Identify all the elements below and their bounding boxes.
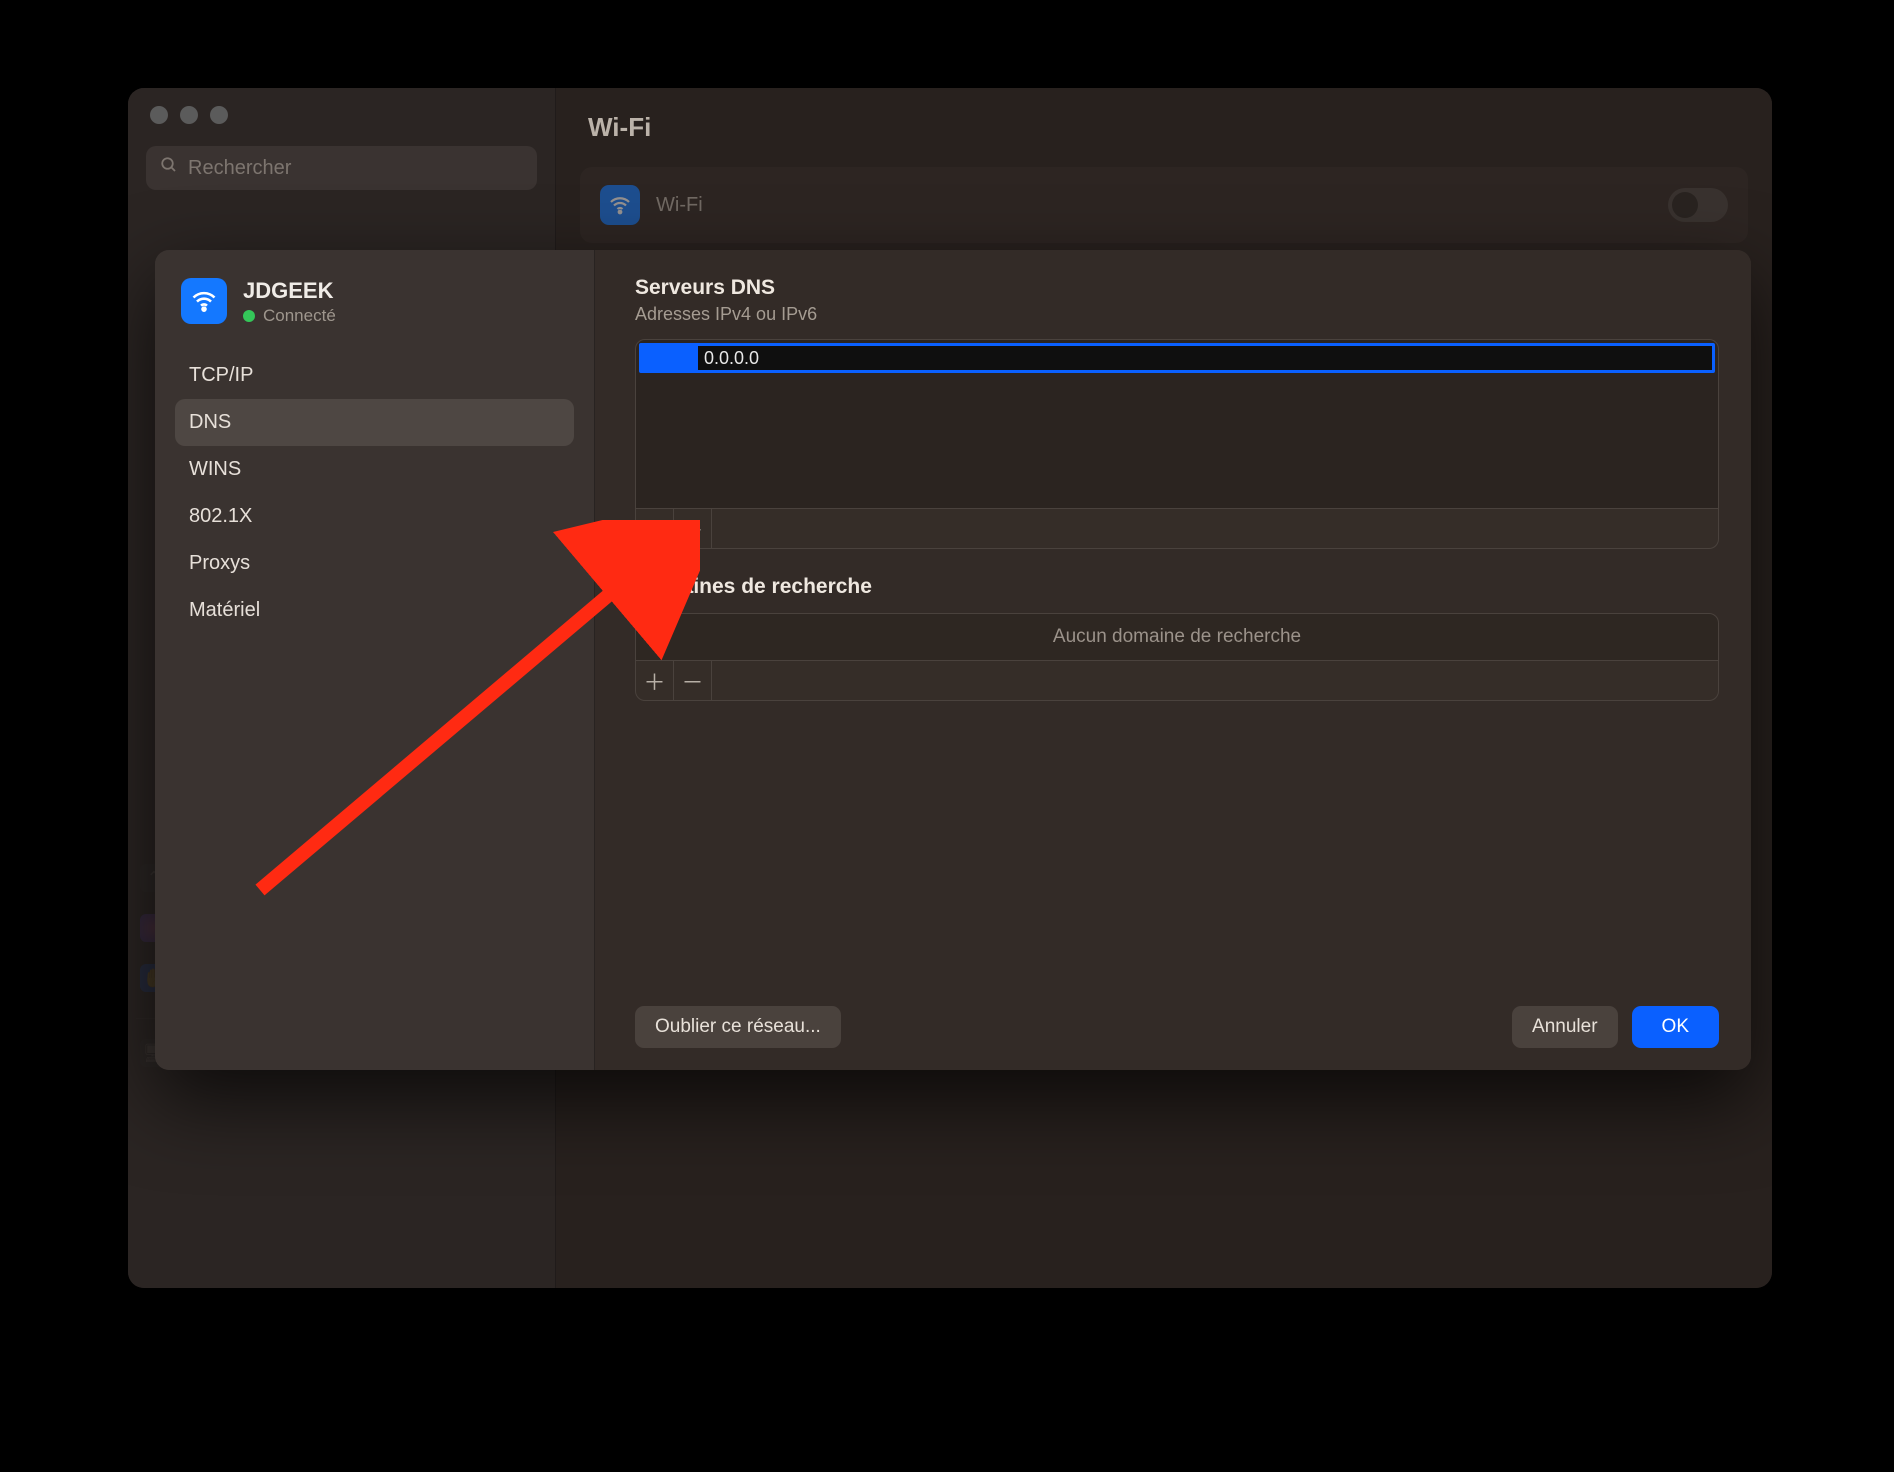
remove-search-domain-button[interactable]: －: [674, 661, 712, 700]
wifi-card-label: Wi-Fi: [656, 194, 1652, 217]
cancel-button[interactable]: Annuler: [1512, 1006, 1618, 1048]
network-header: JDGEEK Connecté: [171, 274, 578, 348]
close-window-button[interactable]: [150, 106, 168, 124]
modal-tabs: TCP/IP DNS WINS 802.1X Proxys Matériel: [171, 348, 578, 638]
wifi-icon: [181, 278, 227, 324]
search-domains-list: Aucun domaine de recherche: [635, 613, 1719, 661]
search-placeholder: Rechercher: [188, 157, 291, 180]
ok-button[interactable]: OK: [1632, 1006, 1719, 1048]
dns-servers-list: [635, 339, 1719, 509]
tab-proxys[interactable]: Proxys: [175, 540, 574, 587]
wifi-toggle[interactable]: [1668, 188, 1728, 222]
add-search-domain-button[interactable]: ＋: [636, 661, 674, 700]
search-domains-empty: Aucun domaine de recherche: [1053, 626, 1301, 648]
tab-802-1x[interactable]: 802.1X: [175, 493, 574, 540]
forget-network-button[interactable]: Oublier ce réseau...: [635, 1006, 841, 1048]
search-input[interactable]: Rechercher: [146, 146, 537, 190]
modal-sidebar: JDGEEK Connecté TCP/IP DNS WINS 802.1X P…: [155, 250, 595, 1070]
status-dot-icon: [243, 310, 255, 322]
dns-entry-row[interactable]: [639, 343, 1715, 373]
minimize-window-button[interactable]: [180, 106, 198, 124]
wifi-icon: [600, 185, 640, 225]
dns-servers-title: Serveurs DNS: [635, 276, 1719, 300]
dns-add-remove-bar: ＋ －: [635, 509, 1719, 549]
tab-wins[interactable]: WINS: [175, 446, 574, 493]
tab-material[interactable]: Matériel: [175, 587, 574, 634]
fullscreen-window-button[interactable]: [210, 106, 228, 124]
dns-address-input[interactable]: [698, 346, 1712, 370]
window-controls: [128, 106, 555, 124]
remove-dns-button[interactable]: －: [674, 509, 712, 548]
modal-content: Serveurs DNS Adresses IPv4 ou IPv6 ＋ － D…: [595, 250, 1751, 1070]
page-title: Wi-Fi: [580, 88, 1748, 167]
search-icon: [160, 156, 178, 180]
add-dns-button[interactable]: ＋: [636, 509, 674, 548]
network-settings-modal: JDGEEK Connecté TCP/IP DNS WINS 802.1X P…: [155, 250, 1751, 1070]
wifi-card: Wi-Fi: [580, 167, 1748, 243]
selection-handle: [642, 346, 698, 370]
search-domain-add-remove-bar: ＋ －: [635, 661, 1719, 701]
status-text: Connecté: [263, 306, 336, 326]
modal-button-bar: Oublier ce réseau... Annuler OK: [635, 992, 1719, 1048]
search-domains-title: Domaines de recherche: [635, 575, 1719, 599]
tab-dns[interactable]: DNS: [175, 399, 574, 446]
dns-servers-subtitle: Adresses IPv4 ou IPv6: [635, 304, 1719, 325]
network-name: JDGEEK: [243, 278, 336, 304]
tab-tcpip[interactable]: TCP/IP: [175, 352, 574, 399]
